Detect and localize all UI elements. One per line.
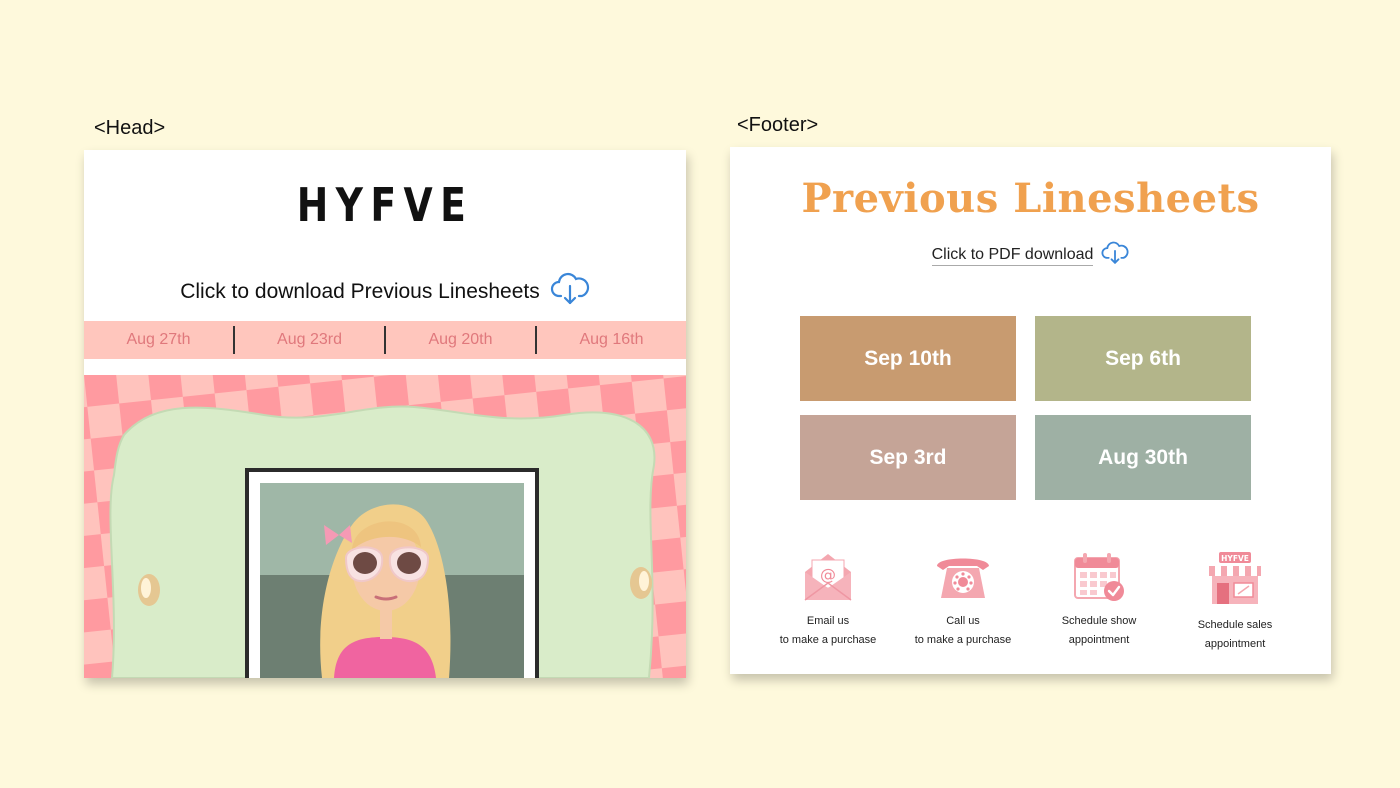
footer-section-label: <Footer>	[737, 114, 819, 136]
cloud-download-icon	[550, 272, 590, 312]
contact-call-line2: to make a purchase	[914, 634, 1012, 646]
contact-email[interactable]: @ Email us to make a purchase	[763, 550, 893, 650]
envelope-icon: @	[804, 554, 852, 601]
contact-sales-line2: appointment	[1204, 638, 1266, 650]
date-navigation-bar: Aug 27th Aug 23rd Aug 20th Aug 16th	[84, 321, 686, 359]
head-email-panel: HYFVE Click to download Previous Lineshe…	[84, 150, 686, 678]
brand-logo: HYFVE	[296, 178, 474, 232]
head-section-label: <Head>	[94, 117, 166, 139]
previous-linesheets-title: Previous Linesheets	[801, 175, 1260, 222]
contact-schedule-sales[interactable]: HYFVE Schedule sales appointment	[1170, 550, 1300, 654]
pdf-download-text: Click to PDF download	[931, 246, 1094, 266]
tile-label: Sep 6th	[1105, 346, 1181, 370]
contact-email-line2: to make a purchase	[779, 634, 877, 646]
date-link-aug-20[interactable]: Aug 20th	[386, 331, 535, 349]
storefront-icon: HYFVE	[1209, 552, 1261, 604]
contact-call-line1: Call us	[946, 615, 980, 627]
hero-image	[84, 375, 686, 678]
footer-email-panel: Previous Linesheets Click to PDF downloa…	[730, 147, 1331, 674]
tile-label: Sep 3rd	[869, 445, 947, 469]
svg-text:@: @	[820, 565, 836, 584]
calendar-icon	[1074, 553, 1124, 601]
phone-icon	[937, 558, 989, 598]
linesheet-tile-sep-10[interactable]: Sep 10th	[800, 316, 1016, 401]
contact-show-line1: Schedule show	[1061, 615, 1137, 627]
contact-email-line1: Email us	[806, 615, 850, 627]
date-link-aug-23[interactable]: Aug 23rd	[235, 331, 384, 349]
download-linesheets-text: Click to download Previous Linesheets	[180, 280, 540, 303]
cloud-download-icon	[1101, 241, 1129, 270]
store-badge-text: HYFVE	[1221, 554, 1249, 563]
linesheet-tile-sep-3[interactable]: Sep 3rd	[800, 415, 1016, 500]
contact-schedule-show[interactable]: Schedule show appointment	[1034, 550, 1164, 650]
contact-call[interactable]: Call us to make a purchase	[898, 550, 1028, 650]
tile-label: Aug 30th	[1098, 445, 1188, 469]
date-link-aug-27[interactable]: Aug 27th	[84, 331, 233, 349]
pdf-download-link[interactable]: Click to PDF download	[730, 241, 1331, 270]
download-linesheets-link[interactable]: Click to download Previous Linesheets	[84, 272, 686, 312]
linesheet-tile-sep-6[interactable]: Sep 6th	[1035, 316, 1251, 401]
linesheet-tile-aug-30[interactable]: Aug 30th	[1035, 415, 1251, 500]
contact-show-line2: appointment	[1068, 634, 1130, 646]
contact-sales-line1: Schedule sales	[1197, 619, 1273, 631]
tile-label: Sep 10th	[864, 346, 952, 370]
date-link-aug-16[interactable]: Aug 16th	[537, 331, 686, 349]
